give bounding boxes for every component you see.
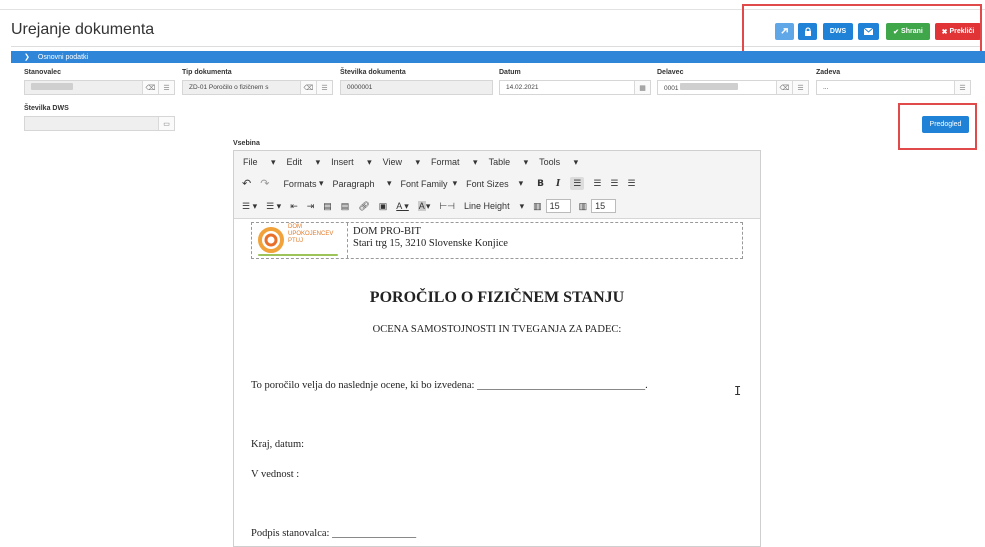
horizontal-rule-icon[interactable]: ⊢⊣: [439, 201, 455, 212]
employee-value: 0001: [664, 85, 679, 92]
align-justify-icon[interactable]: ☰: [627, 178, 635, 189]
link-insert-icon[interactable]: 🔗︎: [358, 201, 369, 212]
editor-toolbar-row2: ☰ ▾ ☰ ▾ ⇤ ⇥ ▤ ▤ 🔗︎ ▣ A ▾ A ▾ ⊢⊣ Line Hei…: [234, 194, 760, 219]
columns-input[interactable]: 15: [545, 199, 571, 213]
org-address: Stari trg 15, 3210 Slovenske Konjice: [353, 238, 508, 249]
date-value: 14.02.2021: [506, 84, 539, 91]
highlight-preview-box: [898, 103, 977, 150]
editor-menubar: File ▾ Edit ▾ Insert ▾ View ▾ Format ▾ T…: [234, 151, 760, 173]
menu-insert[interactable]: Insert ▾: [331, 157, 372, 168]
logo-underline: [258, 254, 338, 256]
eraser-icon[interactable]: ⌫: [142, 81, 158, 94]
on-behalf-line: V vednost :: [251, 469, 300, 480]
editor-toolbar-row1: ↶ ↷ Formats ▾ Paragraph ▾ Font Family ▾ …: [234, 173, 760, 194]
logo-text-2: UPOKOJENCEV: [288, 231, 334, 237]
calendar-icon[interactable]: ▦: [634, 81, 650, 94]
doc-type-field[interactable]: ZD-01 Poročilo o fizičnem s ⌫ ☰: [182, 80, 333, 95]
doc-number-label: Številka dokumenta: [340, 69, 406, 76]
image-icon[interactable]: ▣: [379, 201, 388, 212]
letterhead-table: DOM UPOKOJENCEV PTUJ DOM PRO-BIT Stari t…: [251, 222, 743, 259]
bullet-list-icon[interactable]: ☰ ▾: [242, 201, 257, 212]
rtl-icon[interactable]: ▤: [341, 201, 350, 212]
document-title: POROČILO O FIZIČNEM STANJU: [369, 289, 625, 306]
undo-icon[interactable]: ↶: [242, 177, 251, 190]
date-label: Datum: [499, 69, 521, 76]
background-color-icon[interactable]: A ▾: [417, 201, 430, 212]
font-sizes-dropdown[interactable]: Font Sizes ▾: [466, 178, 523, 189]
subject-placeholder: ...: [823, 84, 829, 91]
menu-table[interactable]: Table ▾: [489, 157, 529, 168]
text-cursor-icon: I: [734, 384, 742, 398]
resident-field[interactable]: ⌫ ☰: [24, 80, 175, 95]
resident-label: Stanovalec: [24, 69, 61, 76]
employee-field[interactable]: 0001 ⌫ ☰: [657, 80, 809, 95]
eraser-icon[interactable]: ⌫: [300, 81, 316, 94]
indent-icon[interactable]: ⇥: [307, 201, 315, 212]
date-field[interactable]: 14.02.2021 ▦: [499, 80, 651, 95]
section-header[interactable]: ❯ Osnovni podatki: [11, 51, 985, 63]
document-subtitle: OCENA SAMOSTOJNOSTI IN TVEGANJA ZA PADEC…: [372, 324, 622, 335]
paragraph-dropdown[interactable]: Paragraph ▾: [332, 178, 391, 189]
align-right-icon[interactable]: ☰: [610, 178, 618, 189]
bold-button[interactable]: B: [537, 179, 544, 189]
folder-icon[interactable]: ▭: [158, 117, 174, 130]
dws-number-label: Številka DWS: [24, 105, 69, 112]
doc-number-field[interactable]: 0000001: [340, 80, 493, 95]
outdent-icon[interactable]: ⇤: [290, 201, 298, 212]
content-label: Vsebina: [233, 140, 260, 147]
logo-swirl-icon: [258, 227, 284, 253]
place-date-line: Kraj, datum:: [251, 439, 305, 450]
chevron-down-icon: ❯: [24, 54, 30, 61]
menu-tools[interactable]: Tools ▾: [539, 157, 578, 168]
doc-number-value: 0000001: [347, 84, 373, 91]
menu-edit[interactable]: Edit ▾: [287, 157, 321, 168]
dws-number-field[interactable]: ▭: [24, 116, 175, 131]
doc-type-label: Tip dokumenta: [182, 69, 232, 76]
font-family-dropdown[interactable]: Font Family ▾: [401, 178, 458, 189]
subject-field[interactable]: ... ☰: [816, 80, 971, 95]
line-height-dropdown[interactable]: Line Height ▾: [464, 201, 524, 212]
redo-icon[interactable]: ↷: [260, 177, 269, 190]
align-center-icon[interactable]: ☰: [593, 178, 601, 189]
doc-type-value: ZD-01 Poročilo o fizičnem s: [189, 84, 269, 91]
formats-dropdown[interactable]: Formats ▾: [283, 178, 323, 189]
rows-icon: ▥: [578, 200, 588, 211]
ltr-icon[interactable]: ▤: [323, 201, 332, 212]
redacted-value: [31, 83, 73, 90]
list-icon[interactable]: ☰: [792, 81, 808, 94]
menu-format[interactable]: Format ▾: [431, 157, 478, 168]
columns-icon: ▥: [533, 200, 542, 211]
italic-button[interactable]: I: [556, 179, 560, 189]
org-name: DOM PRO-BIT: [353, 226, 421, 237]
align-left-icon[interactable]: ☰: [570, 177, 585, 190]
text-color-icon[interactable]: A ▾: [396, 201, 409, 212]
list-icon[interactable]: ☰: [954, 81, 970, 94]
rows-input[interactable]: 15: [591, 199, 617, 213]
rich-text-editor[interactable]: File ▾ Edit ▾ Insert ▾ View ▾ Format ▾ T…: [233, 150, 761, 547]
employee-label: Delavec: [657, 69, 684, 76]
page-title: Urejanje dokumenta: [11, 21, 155, 38]
eraser-icon[interactable]: ⌫: [776, 81, 792, 94]
logo-text-1: DOM: [288, 224, 302, 230]
subject-label: Zadeva: [816, 69, 841, 76]
logo-text-3: PTUJ: [288, 238, 303, 244]
menu-view[interactable]: View ▾: [383, 157, 420, 168]
menu-file[interactable]: File ▾: [243, 157, 276, 168]
redacted-value: [680, 83, 739, 90]
numbered-list-icon[interactable]: ☰ ▾: [266, 201, 281, 212]
validity-line: To poročilo velja do naslednje ocene, ki…: [251, 380, 648, 391]
signature-line: Podpis stanovalca: ________________: [251, 528, 417, 539]
list-icon[interactable]: ☰: [158, 81, 174, 94]
section-title: Osnovni podatki: [37, 53, 89, 61]
list-icon[interactable]: ☰: [316, 81, 332, 94]
logo: DOM UPOKOJENCEV PTUJ: [252, 223, 348, 258]
